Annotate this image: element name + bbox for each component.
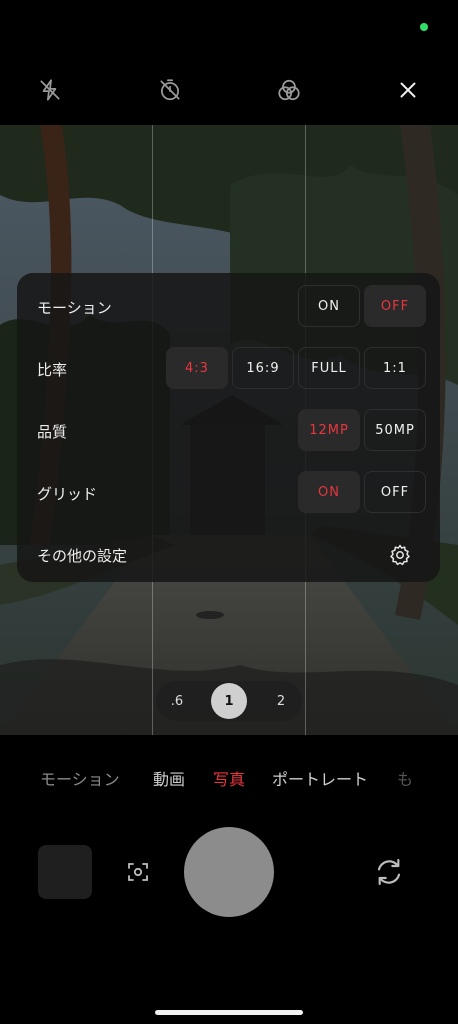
zoom-0-6-button[interactable]: .6	[160, 685, 194, 717]
close-icon[interactable]	[394, 76, 422, 104]
home-indicator[interactable]	[155, 1010, 303, 1015]
shutter-button[interactable]	[184, 827, 274, 917]
zoom-2x-button[interactable]: 2	[264, 685, 298, 717]
ratio-4-3-button[interactable]: 4:3	[166, 347, 228, 389]
ratio-full-button[interactable]: FULL	[298, 347, 360, 389]
zoom-1x-button[interactable]: 1	[211, 683, 247, 719]
filter-icon[interactable]	[275, 76, 303, 104]
gallery-thumbnail[interactable]	[38, 845, 92, 899]
grid-on-button[interactable]: ON	[298, 471, 360, 513]
more-settings-label: その他の設定	[37, 547, 128, 565]
motion-off-button[interactable]: OFF	[364, 285, 426, 327]
quality-setting-row: 品質 12MP 50MP	[17, 409, 440, 455]
mode-photo[interactable]: 写真	[213, 766, 245, 790]
camera-top-toolbar	[0, 70, 458, 110]
quality-12mp-button[interactable]: 12MP	[298, 409, 360, 451]
quality-label: 品質	[37, 423, 68, 441]
motion-setting-row: モーション ON OFF	[17, 285, 440, 331]
flash-off-icon[interactable]	[36, 76, 64, 104]
timer-off-icon[interactable]	[156, 76, 184, 104]
camera-mode-selector: モーション 動画 写真 ポートレート も	[0, 766, 458, 792]
quality-50mp-button[interactable]: 50MP	[364, 409, 426, 451]
lens-focus-icon[interactable]	[126, 860, 150, 884]
mode-more[interactable]: も	[397, 766, 413, 790]
grid-off-button[interactable]: OFF	[364, 471, 426, 513]
ratio-1-1-button[interactable]: 1:1	[364, 347, 426, 389]
ratio-label: 比率	[37, 361, 68, 379]
ratio-16-9-button[interactable]: 16:9	[232, 347, 294, 389]
grid-setting-row: グリッド ON OFF	[17, 471, 440, 517]
quick-settings-panel: モーション ON OFF 比率 4:3 16:9 FULL 1:1 品質 12M…	[17, 273, 440, 582]
motion-on-button[interactable]: ON	[298, 285, 360, 327]
mode-motion[interactable]: モーション	[40, 766, 120, 790]
motion-label: モーション	[37, 299, 112, 317]
grid-label: グリッド	[37, 485, 98, 503]
mode-video[interactable]: 動画	[153, 766, 185, 790]
ratio-setting-row: 比率 4:3 16:9 FULL 1:1	[17, 347, 440, 393]
flip-camera-icon[interactable]	[373, 856, 405, 888]
gear-icon[interactable]	[388, 543, 412, 567]
zoom-selector: .6 1 2	[156, 681, 302, 721]
mode-portrait[interactable]: ポートレート	[272, 766, 368, 790]
more-settings-row[interactable]: その他の設定	[17, 535, 440, 581]
status-indicator-dot	[420, 23, 428, 31]
